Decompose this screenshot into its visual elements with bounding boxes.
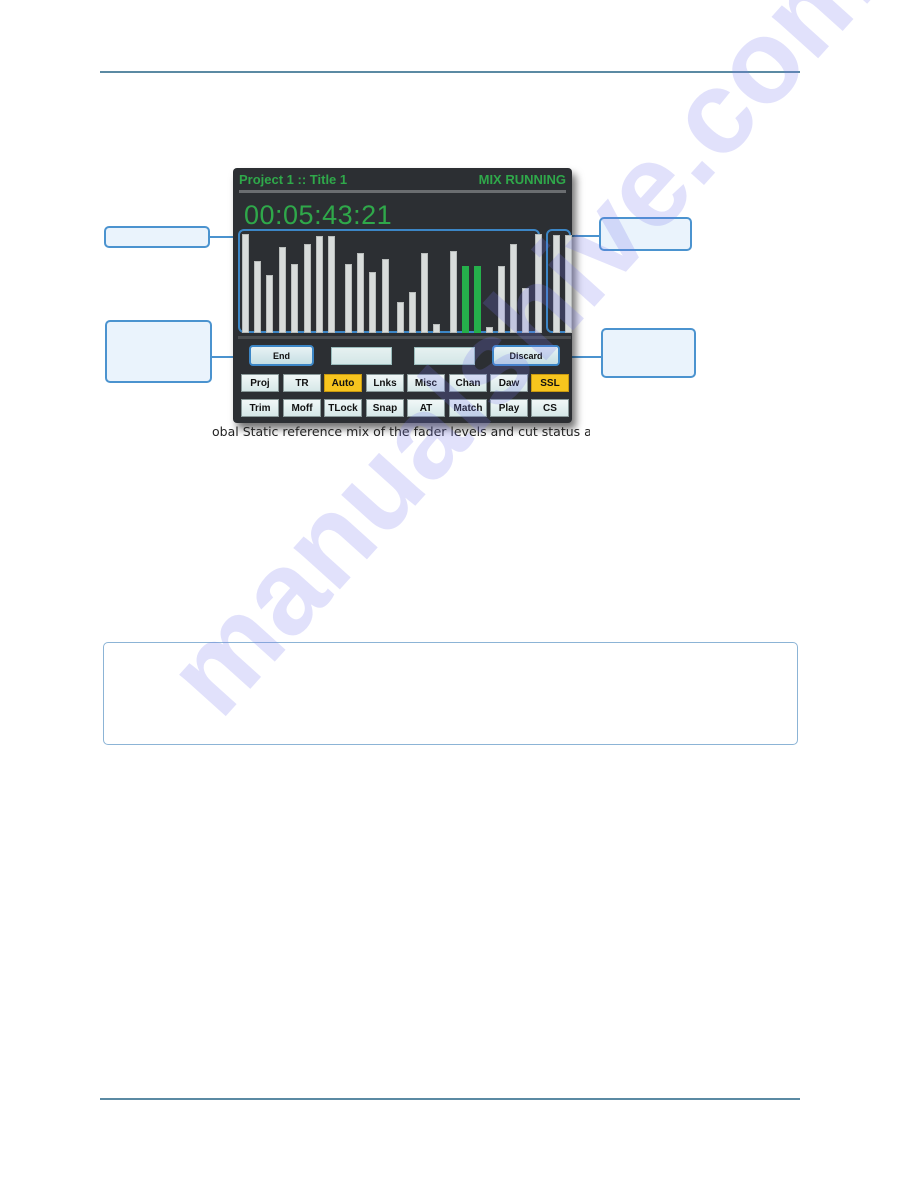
fader-bar: [450, 251, 457, 333]
callout-master-levels: [599, 217, 692, 251]
console-screen: Project 1 :: Title 1 MIX RUNNING 00:05:4…: [233, 168, 572, 423]
fader-bar: [345, 264, 352, 333]
display-field-1: [331, 347, 392, 365]
softkey-moff[interactable]: Moff: [283, 399, 321, 417]
fader-bar: [242, 234, 249, 333]
figure-caption: obal Static reference mix of the fader l…: [212, 424, 590, 439]
softkey-chan[interactable]: Chan: [449, 374, 487, 392]
softkey-auto[interactable]: Auto: [324, 374, 362, 392]
mix-status: MIX RUNNING: [478, 172, 566, 187]
softkey-proj[interactable]: Proj: [241, 374, 279, 392]
meter-base: [238, 336, 571, 339]
softkey-ssl[interactable]: SSL: [531, 374, 569, 392]
discard-button[interactable]: Discard: [492, 345, 560, 366]
screen-header: Project 1 :: Title 1 MIX RUNNING: [239, 172, 566, 190]
fader-bar: [382, 259, 389, 333]
callout-discard-button: [601, 328, 696, 378]
softkey-tr[interactable]: TR: [283, 374, 321, 392]
fader-bar: [409, 292, 416, 333]
timecode-display: 00:05:43:21: [244, 200, 393, 230]
callout-end-button: [105, 320, 212, 383]
softkey-tlock[interactable]: TLock: [324, 399, 362, 417]
footer-rule: [100, 1098, 800, 1100]
softkey-lnks[interactable]: Lnks: [366, 374, 404, 392]
header-rule: [100, 71, 800, 73]
softkey-at[interactable]: AT: [407, 399, 445, 417]
softkey-trim[interactable]: Trim: [241, 399, 279, 417]
master-bar: [565, 235, 572, 333]
project-title: Project 1 :: Title 1: [239, 172, 348, 187]
fader-bar: [266, 275, 273, 333]
fader-bar: [369, 272, 376, 333]
softkey-play[interactable]: Play: [490, 399, 528, 417]
fader-bar: [357, 253, 364, 333]
fader-bar: [254, 261, 261, 333]
fader-bar: [522, 288, 529, 333]
fader-bar: [498, 266, 505, 333]
fader-bar: [486, 327, 493, 333]
fader-bar: [397, 302, 404, 333]
callout-connector: [570, 235, 600, 237]
softkey-snap[interactable]: Snap: [366, 399, 404, 417]
fader-bar: [433, 324, 440, 333]
fader-bar: [535, 234, 542, 333]
fader-bar: [474, 266, 481, 333]
softkey-cs[interactable]: CS: [531, 399, 569, 417]
fader-bar: [316, 236, 323, 333]
fader-bar: [304, 244, 311, 333]
end-button[interactable]: End: [249, 345, 314, 366]
softkey-match[interactable]: Match: [449, 399, 487, 417]
softkey-daw[interactable]: Daw: [490, 374, 528, 392]
master-bar: [553, 235, 560, 333]
note-box: [103, 642, 798, 745]
fader-bar: [462, 266, 469, 333]
fader-bar: [279, 247, 286, 333]
callout-fader-levels: [104, 226, 210, 248]
fader-bar: [291, 264, 298, 333]
display-field-2: [414, 347, 475, 365]
fader-bar: [328, 236, 335, 333]
fader-bar: [510, 244, 517, 333]
fader-bar: [421, 253, 428, 333]
softkey-misc[interactable]: Misc: [407, 374, 445, 392]
header-divider: [239, 190, 566, 193]
